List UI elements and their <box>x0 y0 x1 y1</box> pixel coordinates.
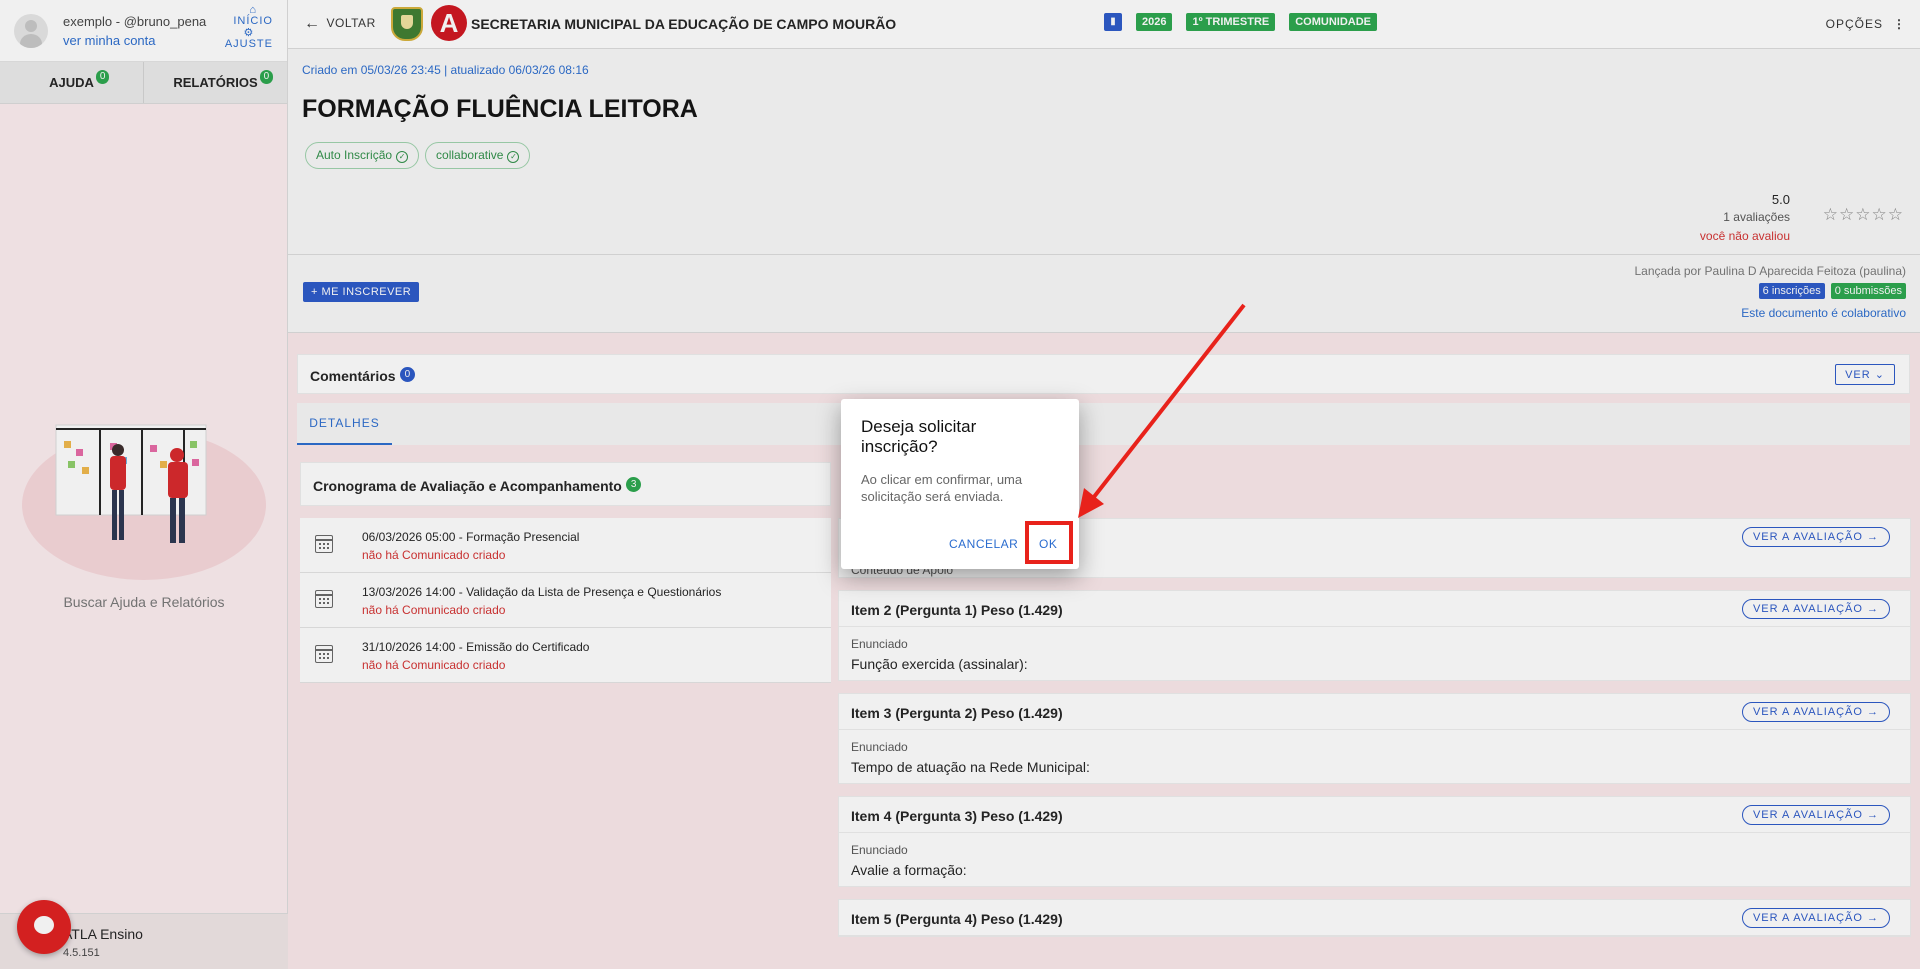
dialog-title: Deseja solicitar inscrição? <box>861 417 977 456</box>
cancel-button[interactable]: CANCELAR <box>949 537 1018 551</box>
dialog-message: Ao clicar em confirmar, uma solicitação … <box>861 472 1023 504</box>
annotation-highlight-box <box>1025 521 1073 564</box>
